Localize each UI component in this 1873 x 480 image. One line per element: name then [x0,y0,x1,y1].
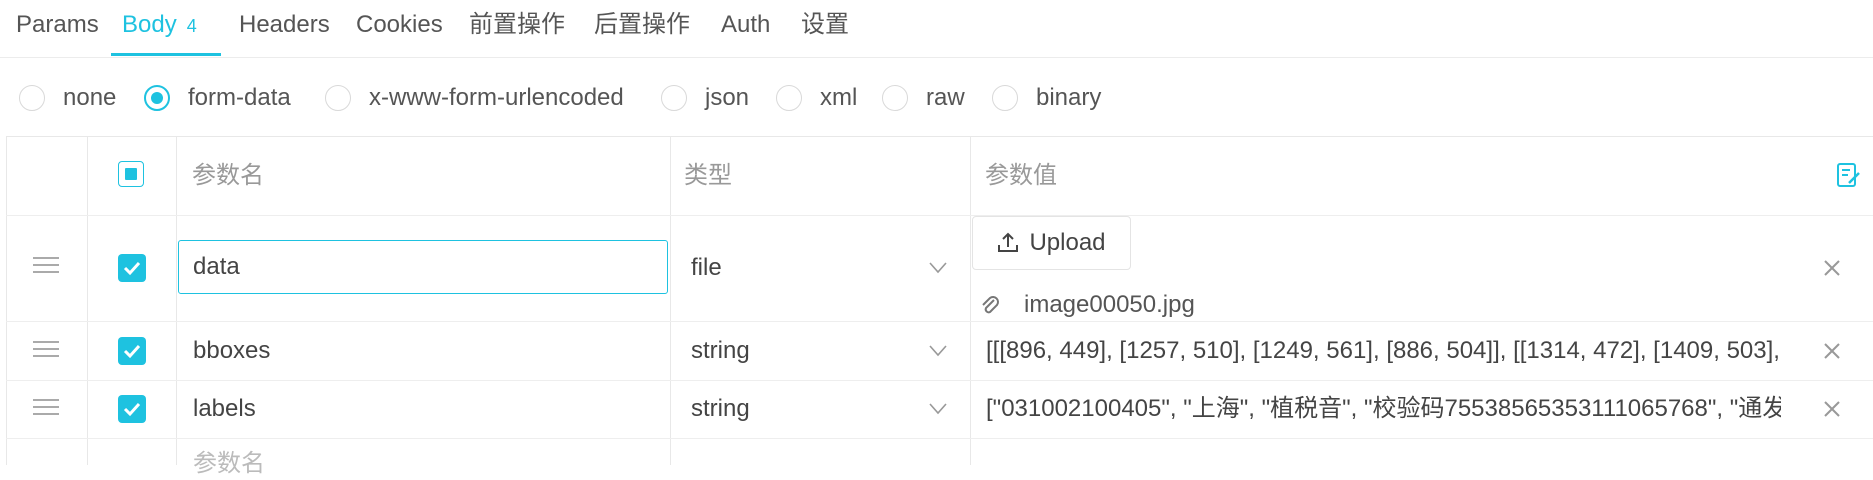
chevron-down-icon[interactable] [929,403,947,415]
radio-raw-circle [882,85,908,111]
radio-binary-label: binary [1036,84,1102,111]
row-checkbox[interactable] [118,337,146,365]
row-checkbox[interactable] [118,254,146,282]
radio-form-data-label: form-data [188,84,291,111]
column-header-name: 参数名 [192,162,264,189]
drag-handle-icon[interactable] [33,257,59,273]
col-divider [670,137,671,465]
radio-json-circle [661,85,687,111]
tab-params[interactable]: Params [16,7,99,43]
delete-row-icon[interactable] [1822,258,1842,278]
column-header-value: 参数值 [985,162,1057,189]
param-name-field[interactable]: labels [193,393,256,425]
column-header-type: 类型 [684,162,732,189]
radio-xml-label: xml [820,84,858,111]
radio-none-circle [19,85,45,111]
uploaded-file-name: image00050.jpg [1024,291,1195,318]
bulk-edit-icon[interactable] [1836,162,1862,188]
tab-cookies[interactable]: Cookies [356,7,443,43]
radio-raw-label: raw [926,84,965,111]
radio-json[interactable]: json [661,80,749,116]
radio-none-label: none [63,84,117,111]
checkmark-icon [123,261,141,276]
active-tab-indicator [111,53,221,56]
delete-row-icon[interactable] [1822,341,1842,361]
tab-body-label: Body [122,11,177,38]
row-checkbox[interactable] [118,395,146,423]
select-all-checkbox[interactable] [118,161,144,187]
radio-form-data[interactable]: form-data [144,80,291,116]
row-divider [6,380,1873,381]
tab-post-ops[interactable]: 后置操作 [594,7,690,43]
tab-pre-ops[interactable]: 前置操作 [469,7,565,43]
radio-xml[interactable]: xml [776,80,857,116]
checkmark-icon [123,344,141,359]
tab-bar: Params Body 4 Headers Cookies 前置操作 后置操作 A… [0,0,1873,58]
col-divider [6,137,7,465]
radio-binary-circle [992,85,1018,111]
tab-headers[interactable]: Headers [239,7,330,43]
upload-button-label: Upload [1029,229,1106,256]
upload-icon [998,232,1019,252]
drag-handle-icon[interactable] [33,341,59,357]
param-value-field[interactable]: [[[896, 449], [1257, 510], [1249, 561], … [986,335,1781,367]
radio-urlencoded-circle [325,85,351,111]
radio-urlencoded[interactable]: x-www-form-urlencoded [325,80,624,116]
uploaded-file[interactable]: image00050.jpg [980,289,1195,321]
radio-form-data-circle [144,85,170,111]
radio-binary[interactable]: binary [992,80,1101,116]
row-divider [6,321,1873,322]
tab-auth[interactable]: Auth [721,7,770,43]
delete-row-icon[interactable] [1822,399,1842,419]
chevron-down-icon[interactable] [929,262,947,274]
param-type-select[interactable]: string [691,335,750,367]
tab-settings[interactable]: 设置 [801,7,849,43]
checkmark-icon [123,402,141,417]
radio-json-label: json [705,84,750,111]
row-divider [6,438,1873,439]
param-type-select[interactable]: string [691,393,750,425]
row-divider [6,215,1873,216]
radio-urlencoded-label: x-www-form-urlencoded [369,84,624,111]
col-divider [176,137,177,465]
upload-button[interactable]: Upload [972,216,1131,270]
chevron-down-icon[interactable] [929,345,947,357]
col-divider [87,137,88,465]
drag-handle-icon[interactable] [33,399,59,415]
tab-body-count-badge: 4 [186,16,197,36]
paperclip-icon [982,296,999,314]
tab-body[interactable]: Body 4 [122,7,197,43]
param-name-value: data [193,253,240,280]
param-name-input[interactable]: data [178,240,668,294]
radio-xml-circle [776,85,802,111]
param-value-field[interactable]: ["031002100405", "上海", "植税音", "校验码755385… [986,393,1781,425]
col-divider [970,137,971,465]
radio-raw[interactable]: raw [882,80,965,116]
radio-none[interactable]: none [19,80,116,116]
param-name-field[interactable]: bboxes [193,335,270,367]
param-type-select[interactable]: file [691,252,722,284]
new-param-name-input[interactable]: 参数名 [193,448,265,480]
